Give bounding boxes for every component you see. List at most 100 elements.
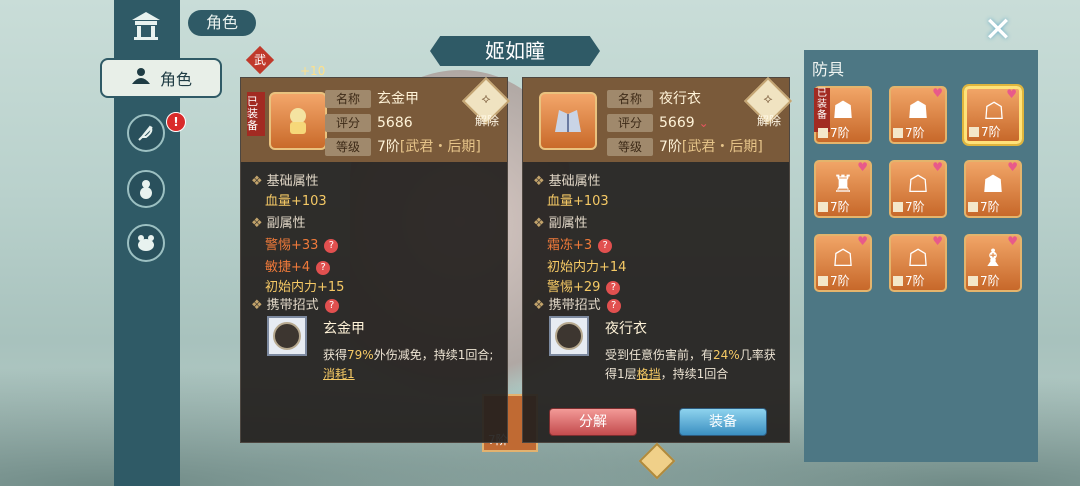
tier-icon	[818, 276, 828, 286]
sub-attr: 霜冻+3?	[547, 234, 613, 253]
heart-icon: ♥	[857, 160, 868, 174]
armor-slot[interactable]: ♥ ☖ 7阶	[964, 86, 1022, 144]
item-grade: 7阶[武君・后期]	[377, 139, 481, 155]
dark-robe-icon: ♜	[832, 170, 854, 198]
heart-icon: ♥	[857, 234, 868, 248]
gold-robe-icon: ♝	[982, 244, 1004, 272]
unequip-icon: ⟡	[763, 91, 773, 107]
armor-slot[interactable]: ♥ ♝ 7阶	[964, 234, 1022, 292]
heart-icon: ♥	[932, 86, 943, 100]
armor-tier: 7阶	[893, 126, 925, 140]
armor-tier: 7阶	[818, 126, 850, 140]
help-icon[interactable]: ?	[598, 239, 613, 253]
help-icon[interactable]: ?	[324, 239, 339, 253]
armor-tier: 7阶	[893, 274, 925, 288]
night-robe-icon: ☖	[907, 244, 929, 272]
tier-icon	[893, 202, 903, 212]
skill-title: ❖ 携带招式?	[533, 294, 621, 313]
skill-icon[interactable]	[549, 316, 589, 356]
sub-attr: 初始内力+14	[547, 260, 627, 275]
armor-slot[interactable]: ♥ ☗ 7阶	[889, 86, 947, 144]
help-icon[interactable]: ?	[324, 299, 339, 313]
equipped-tag: 已装备	[247, 92, 265, 136]
base-attr: 血量+103	[265, 194, 327, 209]
sub-attr: 警惕+29?	[547, 276, 621, 295]
gold-armor-icon: ☗	[907, 96, 929, 124]
unequip-icon: ⟡	[481, 91, 491, 107]
help-icon[interactable]: ?	[606, 281, 621, 295]
name-label: 名称	[607, 90, 653, 108]
level-plus: +10	[300, 64, 326, 78]
gold-armor-icon	[269, 92, 327, 150]
armor-slot[interactable]: ♥ ☖ 7阶	[814, 234, 872, 292]
armor-tier: 7阶	[818, 200, 850, 214]
heart-icon: ♥	[1007, 234, 1018, 248]
feather-icon[interactable]	[127, 114, 165, 152]
skill-link[interactable]: 消耗1	[323, 367, 355, 381]
skill-icon[interactable]	[267, 316, 307, 356]
night-robe-icon: ☖	[983, 97, 1005, 125]
compare-item-panel: 名称 夜行衣 评分 5669 ⌄ 等级 7阶[武君・后期] ⟡ 解除 ❖ 基础属性 …	[522, 76, 793, 443]
unequip-label[interactable]: 解除	[463, 112, 511, 129]
armor-slot[interactable]: ♥ ☗ 7阶	[964, 160, 1022, 218]
armor-title: 防具	[812, 60, 845, 79]
grade-label: 等级	[325, 138, 371, 156]
character-name: 姬如瞳	[430, 36, 600, 66]
armor-slot[interactable]: ♥ ☖ 7阶	[889, 160, 947, 218]
help-icon[interactable]: ?	[316, 261, 331, 275]
skill-name: 夜行衣	[605, 321, 647, 337]
heart-icon: ♥	[1007, 160, 1018, 174]
score-down-icon: ⌄	[698, 116, 709, 130]
armor-tier: 7阶	[818, 274, 850, 288]
item-score: 5669 ⌄	[659, 115, 709, 131]
class-tag: 武	[245, 45, 275, 75]
skill-title: ❖ 携带招式?	[251, 294, 339, 313]
gold-armor-icon: ☗	[832, 96, 854, 124]
skill-description: 受到任意伤害前，有24%几率获得1层格挡，持续1回合	[605, 348, 776, 381]
skill-description: 获得79%外伤减免，持续1回合; 消耗1	[323, 348, 494, 381]
night-robe-icon: ☖	[907, 170, 929, 198]
score-label: 评分	[607, 114, 653, 132]
close-x-icon[interactable]: ✕	[982, 13, 1014, 47]
unequip-label[interactable]: 解除	[745, 112, 793, 129]
sidebar-item-character[interactable]: 角色	[100, 58, 222, 98]
decompose-button[interactable]: 分解	[549, 408, 637, 436]
armor-tier: 7阶	[968, 200, 1000, 214]
armor-slot[interactable]: 已装备 ☗ 7阶	[814, 86, 872, 144]
grade-label: 等级	[607, 138, 653, 156]
item-name: 夜行衣	[659, 91, 701, 107]
base-attr: 血量+103	[547, 194, 609, 209]
alert-badge: !	[166, 112, 186, 132]
armor-slot[interactable]: ♥ ♜ 7阶	[814, 160, 872, 218]
pavilion-icon[interactable]	[128, 8, 164, 42]
name-label: 名称	[325, 90, 371, 108]
tier-icon	[968, 202, 978, 212]
armor-slot[interactable]: ♥ ☖ 7阶	[889, 234, 947, 292]
score-label: 评分	[325, 114, 371, 132]
help-icon[interactable]: ?	[606, 299, 621, 313]
item-name: 玄金甲	[377, 91, 419, 107]
skill-name: 玄金甲	[323, 321, 365, 337]
tier-icon	[893, 276, 903, 286]
gold-armor-icon: ☗	[982, 170, 1004, 198]
pet-icon[interactable]	[127, 224, 165, 262]
tier-icon	[968, 276, 978, 286]
gourd-icon[interactable]	[127, 170, 165, 208]
sub-attr-title: ❖ 副属性	[533, 216, 588, 231]
breadcrumb: 角色	[188, 10, 256, 36]
sub-attr: 初始内力+15	[265, 280, 345, 295]
tier-icon	[893, 128, 903, 138]
heart-icon: ♥	[932, 234, 943, 248]
skill-link[interactable]: 格挡	[637, 367, 661, 381]
tier-icon	[818, 128, 828, 138]
sidebar-item-label: 角色	[159, 70, 192, 89]
sub-attr: 警惕+33?	[265, 234, 339, 253]
armor-tier: 7阶	[968, 274, 1000, 288]
tier-icon	[969, 127, 979, 137]
item-grade: 7阶[武君・后期]	[659, 139, 763, 155]
base-attr-title: ❖ 基础属性	[533, 174, 601, 189]
tier-icon	[818, 202, 828, 212]
equip-button[interactable]: 装备	[679, 408, 767, 436]
night-robe-icon: ☖	[832, 244, 854, 272]
armor-tier: 7阶	[893, 200, 925, 214]
